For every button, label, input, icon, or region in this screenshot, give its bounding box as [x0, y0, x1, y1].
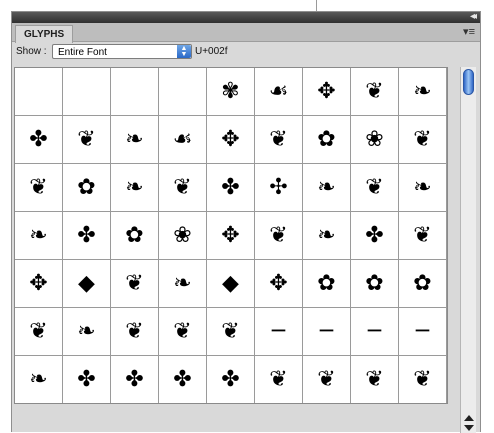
glyph-cell[interactable]: ✤ — [63, 212, 111, 260]
show-dropdown[interactable]: Entire Font ▲ ▼ — [52, 44, 192, 59]
glyph-cell[interactable]: ❦ — [159, 308, 207, 356]
vertical-scrollbar[interactable] — [460, 67, 476, 433]
show-row: Show : Entire Font ▲ ▼ U+002f — [12, 42, 480, 64]
glyph-cell[interactable]: ❦ — [159, 164, 207, 212]
glyph-cell[interactable]: ✾ — [207, 68, 255, 116]
tab-glyphs[interactable]: GLYPHS — [15, 25, 74, 43]
glyph-cell[interactable]: ❀ — [351, 116, 399, 164]
panel-titlebar[interactable]: ◂◂ — [12, 11, 480, 23]
glyph-cell[interactable]: ✿ — [111, 212, 159, 260]
glyph-cell[interactable]: ❦ — [207, 308, 255, 356]
glyph-cell[interactable]: ❧ — [303, 212, 351, 260]
glyph-cell[interactable] — [63, 68, 111, 116]
glyph-cell[interactable]: ❧ — [399, 68, 447, 116]
glyph-cell[interactable]: ❦ — [399, 356, 447, 403]
glyph-cell[interactable]: ✤ — [63, 356, 111, 403]
glyph-cell[interactable]: ❧ — [111, 116, 159, 164]
glyph-cell[interactable]: ❦ — [255, 116, 303, 164]
glyph-cell[interactable]: ❦ — [399, 116, 447, 164]
glyph-cell[interactable]: ❦ — [351, 356, 399, 403]
scroll-up-arrow-icon[interactable] — [464, 415, 474, 421]
glyph-cell[interactable]: ✿ — [303, 260, 351, 308]
glyph-cell[interactable]: ✤ — [15, 116, 63, 164]
glyph-cell[interactable]: ❦ — [255, 356, 303, 403]
window-edge-line — [316, 0, 317, 11]
glyph-cell[interactable]: ✿ — [303, 116, 351, 164]
glyph-cell[interactable]: ❦ — [15, 308, 63, 356]
glyph-cell[interactable]: ─ — [351, 308, 399, 356]
unicode-value: U+002f — [195, 46, 228, 57]
glyph-cell[interactable]: ❀ — [159, 212, 207, 260]
glyph-cell[interactable]: ❧ — [15, 212, 63, 260]
glyph-cell[interactable]: ✿ — [63, 164, 111, 212]
glyph-cell[interactable]: ✤ — [159, 356, 207, 403]
glyph-cell[interactable]: ❦ — [351, 164, 399, 212]
glyph-cell[interactable]: ✥ — [207, 212, 255, 260]
glyph-cell[interactable]: ❦ — [399, 212, 447, 260]
glyph-grid-container: ✾ ☙ ✥ ❦ ❧ ✤ ❦ ❧ ☙ ✥ ❦ ✿ ❀ ❦ ❦ ✿ ❧ ❦ ✤ ✣ ❧ ❦ ❧ ❧ ✤ ✿ ❀ ✥ ❦ ❧ ✤ ❦ ✥ ◆ ❦ ❧ ◆ ✥ ✿ ✿… — [14, 67, 448, 404]
glyph-cell[interactable]: ✤ — [207, 164, 255, 212]
glyph-cell[interactable]: ❧ — [63, 308, 111, 356]
glyph-cell[interactable]: ✿ — [399, 260, 447, 308]
glyph-cell[interactable]: ❦ — [111, 260, 159, 308]
scroll-down-arrow-icon[interactable] — [464, 425, 474, 431]
glyph-cell[interactable]: ✥ — [15, 260, 63, 308]
glyph-cell[interactable]: ❧ — [399, 164, 447, 212]
glyph-cell[interactable]: ☙ — [159, 116, 207, 164]
glyph-cell[interactable] — [159, 68, 207, 116]
glyph-cell[interactable] — [15, 68, 63, 116]
glyph-cell[interactable]: ❧ — [159, 260, 207, 308]
glyph-cell[interactable]: ─ — [303, 308, 351, 356]
glyph-cell[interactable]: ◆ — [63, 260, 111, 308]
glyph-cell[interactable]: ✣ — [255, 164, 303, 212]
glyph-cell[interactable] — [111, 68, 159, 116]
glyph-cell[interactable]: ✥ — [255, 260, 303, 308]
glyph-cell[interactable]: ❦ — [303, 356, 351, 403]
glyph-cell[interactable]: ✤ — [351, 212, 399, 260]
glyph-cell[interactable]: ❧ — [303, 164, 351, 212]
glyph-cell[interactable]: ❧ — [111, 164, 159, 212]
panel-menu-icon[interactable]: ▾≡ — [463, 26, 475, 38]
glyph-cell[interactable]: ❦ — [111, 308, 159, 356]
tab-row: GLYPHS ▾≡ — [12, 23, 480, 43]
glyph-cell[interactable]: ✥ — [303, 68, 351, 116]
glyph-cell[interactable]: ❦ — [15, 164, 63, 212]
glyph-cell[interactable]: ❦ — [255, 212, 303, 260]
glyph-cell[interactable]: ✤ — [111, 356, 159, 403]
show-dropdown-value: Entire Font — [58, 47, 107, 58]
glyph-cell[interactable]: ✥ — [207, 116, 255, 164]
glyph-cell[interactable]: ❦ — [351, 68, 399, 116]
glyph-cell[interactable]: ◆ — [207, 260, 255, 308]
glyphs-panel: ◂◂ GLYPHS ▾≡ Show : Entire Font ▲ ▼ U+002… — [11, 11, 481, 433]
glyph-cell[interactable]: ✿ — [351, 260, 399, 308]
glyph-cell[interactable]: ─ — [255, 308, 303, 356]
glyph-grid: ✾ ☙ ✥ ❦ ❧ ✤ ❦ ❧ ☙ ✥ ❦ ✿ ❀ ❦ ❦ ✿ ❧ ❦ ✤ ✣ ❧ ❦ ❧ ❧ ✤ ✿ ❀ ✥ ❦ ❧ ✤ ❦ ✥ ◆ ❦ ❧ ◆ ✥ ✿ ✿… — [15, 68, 447, 403]
collapse-icon[interactable]: ◂◂ — [470, 11, 477, 23]
show-label: Show : — [16, 46, 47, 57]
dropdown-arrows-icon: ▲ ▼ — [177, 45, 191, 58]
glyph-cell[interactable]: ☙ — [255, 68, 303, 116]
glyph-cell[interactable]: ❦ — [63, 116, 111, 164]
glyph-cell[interactable]: ─ — [399, 308, 447, 356]
scrollbar-thumb[interactable] — [463, 69, 474, 95]
glyph-cell[interactable]: ✤ — [207, 356, 255, 403]
glyph-cell[interactable]: ❧ — [15, 356, 63, 403]
